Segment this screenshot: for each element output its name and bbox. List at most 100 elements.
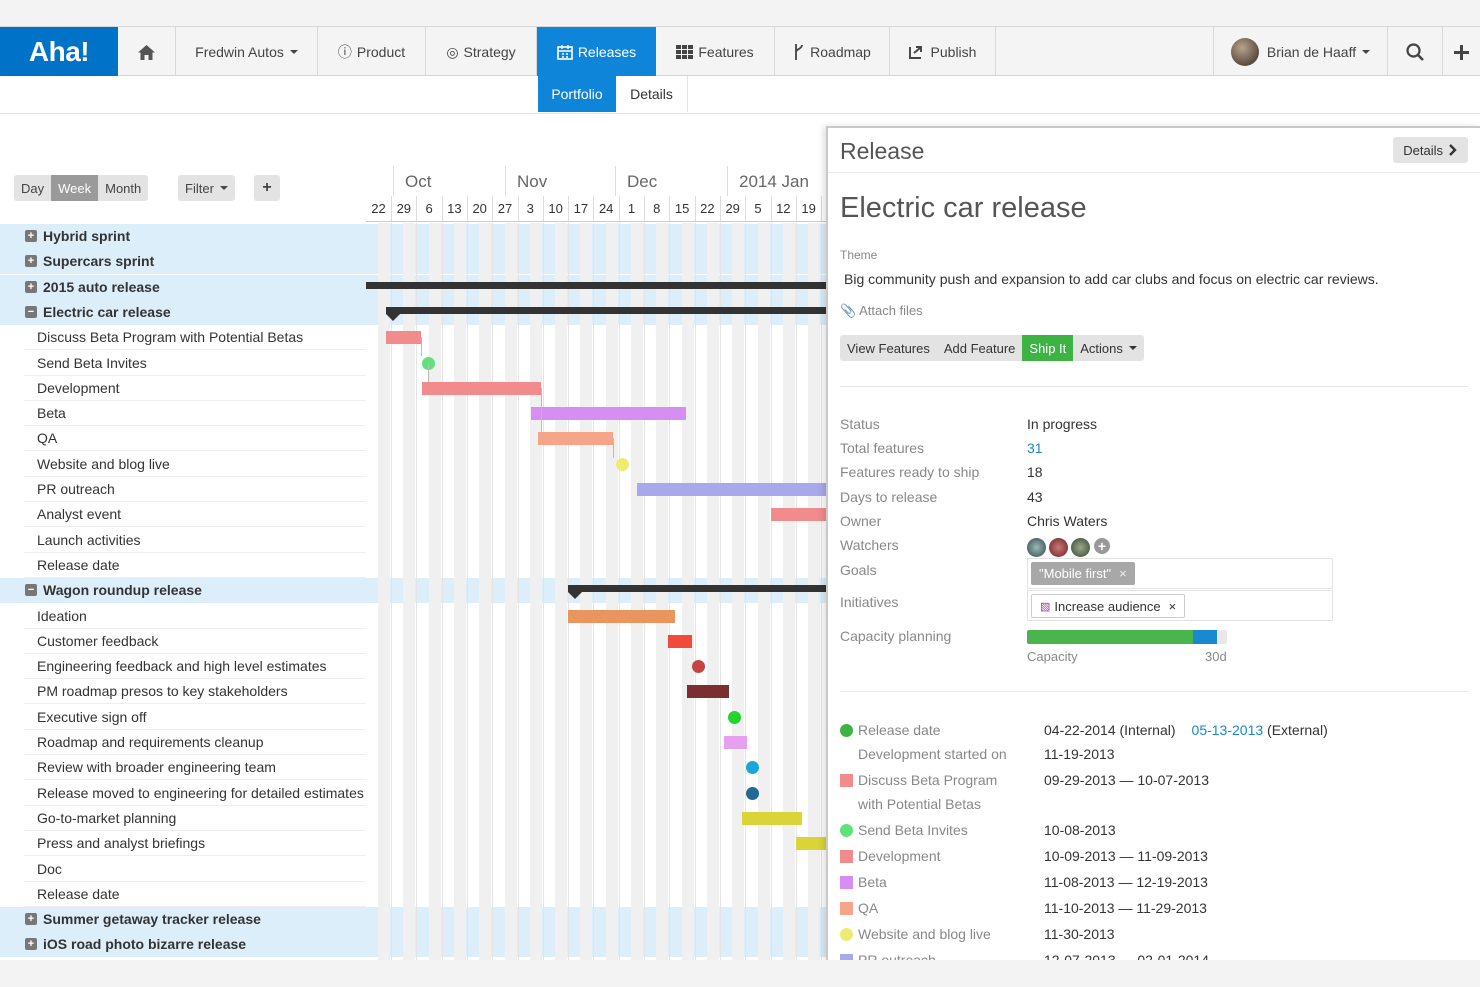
schedule-value[interactable]: 11-10-2013 — 11-29-2013 [1044, 900, 1207, 916]
legend-swatch [840, 876, 853, 889]
expand-icon[interactable]: + [25, 230, 37, 242]
initiatives-field[interactable]: ▧ Increase audience × [1027, 590, 1333, 621]
task-bar[interactable] [531, 407, 686, 421]
month-label: Nov [517, 172, 548, 191]
watcher-avatar[interactable] [1071, 538, 1090, 557]
add-button[interactable] [1443, 27, 1480, 77]
schedule-date: 11-30-2013 [1044, 926, 1115, 942]
external-date-link[interactable]: 05-13-2013 [1192, 722, 1264, 738]
schedule-value[interactable]: 10-09-2013 — 11-09-2013 [1044, 848, 1208, 864]
chevron-down-icon [1362, 50, 1371, 54]
total-features-link[interactable]: 31 [1027, 440, 1043, 456]
task-bar[interactable] [668, 634, 692, 648]
user-menu[interactable]: Brian de Haaff [1213, 27, 1388, 77]
add-watcher-icon[interactable]: + [1094, 538, 1110, 554]
details-label: Details [1403, 142, 1443, 158]
theme-text[interactable]: Big community push and expansion to add … [844, 271, 1379, 287]
week-label: 29 [396, 201, 412, 216]
grid-line [466, 223, 468, 960]
workspace-name: Fredwin Autos [195, 44, 284, 60]
capacity-bar[interactable] [1027, 630, 1227, 644]
expand-icon[interactable]: + [25, 913, 37, 926]
milestone-dot[interactable] [728, 710, 741, 724]
schedule-value[interactable]: 11-30-2013 [1044, 926, 1115, 942]
release-timeline-bar[interactable] [386, 306, 828, 321]
expand-icon[interactable]: + [25, 255, 37, 268]
schedule-value[interactable]: 10-08-2013 [1044, 822, 1116, 838]
week-label: 17 [573, 201, 589, 216]
grid-column [529, 223, 542, 960]
task-bar[interactable] [422, 381, 541, 395]
dependency-line [613, 438, 614, 458]
nav-product[interactable]: ⓘ Product [318, 27, 426, 77]
task-bar[interactable] [724, 736, 747, 749]
aha-logo[interactable]: Aha! [0, 27, 118, 77]
release-timeline-bar[interactable] [568, 585, 828, 600]
month-divider [393, 166, 394, 196]
task-bar[interactable] [796, 837, 828, 851]
timeline-header: Oct Nov Dec 2014 Jan 22 29 6 13 20 27 3 10 17 24 1 8 15 2… [366, 166, 828, 222]
schedule-label: QA [858, 900, 879, 916]
nav-releases[interactable]: Releases [537, 27, 656, 77]
status-value[interactable]: In progress [1027, 416, 1097, 432]
view-month-button[interactable]: Month [98, 175, 149, 201]
nav-strategy[interactable]: ◎ Strategy [426, 27, 537, 77]
actions-dropdown[interactable]: Actions [1073, 335, 1144, 361]
schedule-label: Website and blog live [858, 926, 991, 942]
filter-button[interactable]: Filter [178, 175, 235, 201]
task-bar[interactable] [386, 331, 421, 345]
remove-icon[interactable]: × [1169, 599, 1177, 614]
schedule-value[interactable]: 04-22-2014 (Internal) 05-13-2013 (Externa… [1044, 722, 1328, 738]
filter-label: Filter [185, 180, 214, 196]
milestone-dot[interactable] [746, 786, 759, 800]
collapse-icon[interactable]: − [25, 584, 37, 597]
release-timeline-bar[interactable] [366, 281, 828, 289]
schedule-value[interactable]: 11-19-2013 [1044, 746, 1115, 762]
task-bar[interactable] [637, 483, 828, 496]
week-label: 19 [801, 201, 816, 216]
schedule-value[interactable]: 12-07-2013 — 02-01-2014 [1044, 952, 1209, 960]
remove-icon[interactable]: × [1119, 566, 1127, 581]
ship-it-button[interactable]: Ship It [1022, 335, 1074, 361]
schedule-date: 11-10-2013 — 11-29-2013 [1044, 900, 1207, 916]
release-name[interactable]: Electric car release [840, 192, 1087, 225]
row-label: Launch activities [37, 531, 141, 548]
attach-files-link[interactable]: 📎 Attach files [840, 303, 923, 319]
task-bar[interactable] [687, 685, 729, 699]
task-bar[interactable] [538, 432, 613, 446]
add-feature-button[interactable]: Add Feature [936, 335, 1023, 361]
milestone-dot[interactable] [616, 457, 629, 471]
nav-roadmap[interactable]: Roadmap [775, 27, 890, 77]
view-day-button[interactable]: Day [14, 175, 52, 201]
initiative-tag-label: Increase audience [1054, 598, 1161, 614]
task-bar[interactable] [742, 811, 802, 825]
details-button[interactable]: Details [1393, 137, 1468, 163]
legend-swatch [840, 850, 853, 863]
owner-value[interactable]: Chris Waters [1027, 513, 1107, 529]
paperclip-icon: 📎 [840, 303, 857, 318]
home-button[interactable] [118, 27, 176, 77]
nav-publish[interactable]: Publish [890, 27, 996, 77]
view-features-button[interactable]: View Features [840, 335, 937, 361]
schedule-value[interactable]: 11-08-2013 — 12-19-2013 [1044, 874, 1208, 890]
watcher-avatar[interactable] [1049, 538, 1068, 557]
goals-field[interactable]: "Mobile first" × [1027, 558, 1333, 589]
expand-icon[interactable]: + [25, 938, 37, 951]
tab-details[interactable]: Details [616, 76, 688, 112]
search-button[interactable] [1388, 27, 1443, 77]
milestone-dot[interactable] [692, 660, 705, 674]
row-label: PM roadmap presos to key stakeholders [37, 683, 288, 700]
expand-icon[interactable]: + [25, 280, 37, 293]
add-row-button[interactable]: + [254, 175, 280, 201]
workspace-dropdown[interactable]: Fredwin Autos [176, 27, 318, 77]
watcher-avatar[interactable] [1027, 538, 1046, 557]
view-week-button[interactable]: Week [51, 175, 99, 201]
collapse-icon[interactable]: − [25, 305, 37, 318]
schedule-value[interactable]: 09-29-2013 — 10-07-2013 [1044, 772, 1209, 788]
task-bar[interactable] [771, 508, 828, 522]
month-divider [727, 166, 728, 196]
nav-features[interactable]: Features [656, 27, 775, 77]
search-icon [1406, 43, 1424, 61]
tab-portfolio[interactable]: Portfolio [538, 76, 616, 112]
task-bar[interactable] [568, 609, 675, 623]
